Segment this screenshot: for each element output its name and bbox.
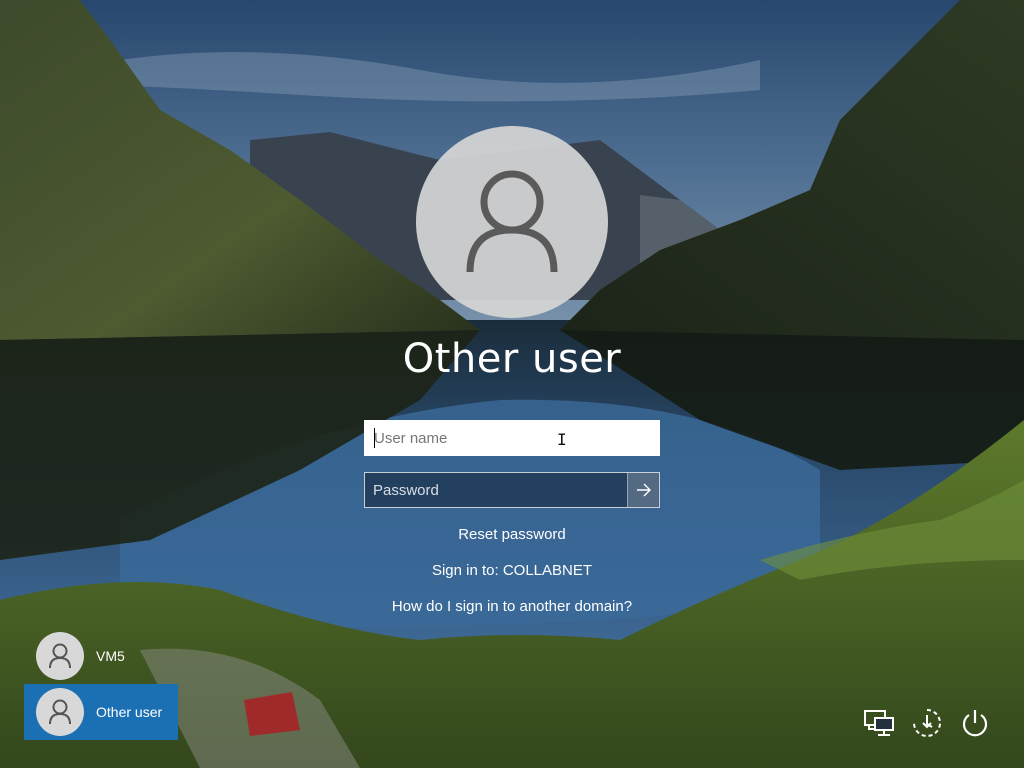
username-input[interactable] [364, 420, 660, 456]
user-avatar-small [36, 688, 84, 736]
network-icon [864, 710, 894, 736]
user-tile-vm5[interactable]: VM5 [24, 628, 178, 684]
user-tile-label: Other user [96, 704, 163, 720]
user-display-name: Other user [402, 336, 622, 382]
network-button[interactable] [862, 706, 896, 740]
ease-of-access-icon [913, 709, 941, 737]
user-avatar-icon [49, 643, 71, 669]
password-input[interactable] [365, 473, 627, 507]
user-avatar-icon [49, 699, 71, 725]
user-avatar-icon [466, 170, 558, 273]
user-avatar-small [36, 632, 84, 680]
user-avatar [416, 126, 608, 318]
domain-help-link[interactable]: How do I sign in to another domain? [0, 598, 1024, 615]
arrow-right-icon [636, 483, 651, 497]
power-icon [962, 710, 988, 737]
reset-password-link[interactable]: Reset password [0, 526, 1024, 543]
user-tile-label: VM5 [96, 648, 125, 664]
password-row [364, 472, 660, 508]
sign-in-domain-label: Sign in to: COLLABNET [431, 562, 593, 579]
ease-of-access-button[interactable] [910, 706, 944, 740]
submit-button[interactable] [627, 473, 659, 507]
ibeam-cursor-icon: I [557, 430, 567, 449]
text-caret [374, 428, 375, 448]
power-button[interactable] [958, 706, 992, 740]
user-tile-other-user[interactable]: Other user [24, 684, 178, 740]
